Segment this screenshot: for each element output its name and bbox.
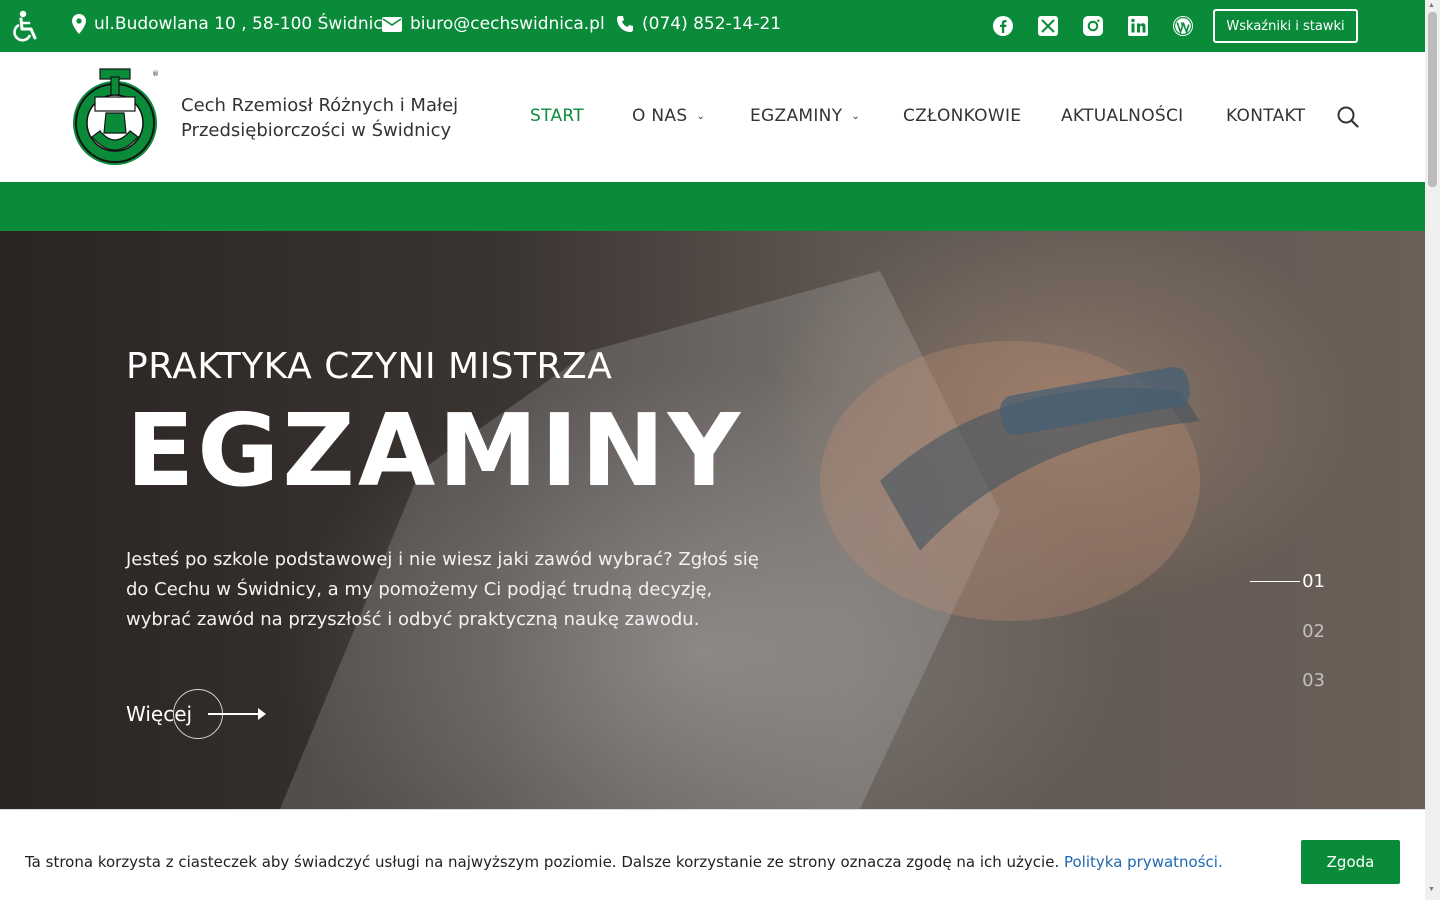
map-pin-icon [72,14,86,34]
scroll-up-arrow-icon[interactable]: ▲ [1428,2,1435,9]
slide-indicator-1[interactable]: 01 [1302,571,1325,592]
wordpress-icon[interactable] [1171,14,1195,38]
guild-logo[interactable]: ® [70,67,160,169]
slide-indicator-2[interactable]: 02 [1302,621,1325,642]
hero-title: EGZAMINY [126,392,744,509]
site-header: ® Cech Rzemiosł Różnych i Małej Przedsię… [0,52,1425,182]
slide-indicator-3[interactable]: 03 [1302,670,1325,691]
phone-item[interactable]: (074) 852-14-21 [616,14,781,34]
nav-members[interactable]: CZŁONKOWIE [903,106,1021,126]
nav-contact[interactable]: KONTAKT [1226,106,1305,126]
nav-label: START [530,106,584,126]
brand-name[interactable]: Cech Rzemiosł Różnych i Małej Przedsiębi… [181,93,458,143]
address-item: ul.Budowlana 10 , 58-100 Świdnica [72,14,393,34]
phone-link[interactable]: (074) 852-14-21 [642,14,781,34]
active-slide-line [1250,581,1300,582]
cookie-banner: Ta strona korzysta z ciasteczek aby świa… [0,809,1425,900]
accept-cookies-button[interactable]: Zgoda [1301,840,1400,884]
hero-subtitle: PRAKTYKA CZYNI MISTRZA [126,346,613,387]
accessibility-icon[interactable] [8,8,44,44]
arrow-right-icon [208,713,264,715]
svg-text:®: ® [152,70,159,78]
brand-line-1: Cech Rzemiosł Różnych i Małej [181,95,459,116]
rates-button[interactable]: Wskaźniki i stawki [1213,9,1358,43]
nav-label: CZŁONKOWIE [903,106,1022,126]
hero-slider: PRAKTYKA CZYNI MISTRZA EGZAMINY Jesteś p… [0,231,1425,809]
email-item[interactable]: biuro@cechswidnica.pl [382,14,605,34]
brand-line-2: Przedsiębiorczości w Świdnicy [181,120,452,141]
more-button[interactable]: Więcej [126,689,276,741]
linkedin-icon[interactable] [1126,14,1150,38]
x-icon[interactable] [1036,14,1060,38]
top-bar: ul.Budowlana 10 , 58-100 Świdnica biuro@… [0,0,1425,52]
facebook-icon[interactable] [991,14,1015,38]
email-link[interactable]: biuro@cechswidnica.pl [410,14,605,34]
phone-icon [617,16,633,32]
nav-label: O NAS [632,106,688,126]
arrowhead-icon [258,708,266,720]
mail-icon [382,16,402,32]
hero-description: Jesteś po szkole podstawowej i nie wiesz… [126,549,759,630]
chevron-down-icon: ⌄ [696,110,706,122]
nav-label: KONTAKT [1226,106,1306,126]
chevron-down-icon: ⌄ [851,110,861,122]
scroll-down-arrow-icon[interactable]: ▼ [1428,886,1435,893]
nav-start[interactable]: START [530,106,584,126]
scrollbar-thumb[interactable] [1428,12,1437,187]
nav-news[interactable]: AKTUALNOŚCI [1061,106,1183,126]
cookie-message: Ta strona korzysta z ciasteczek aby świa… [25,853,1223,871]
green-band [0,182,1425,231]
search-icon[interactable] [1337,106,1359,128]
cookie-text: Ta strona korzysta z ciasteczek aby świa… [25,853,1064,871]
instagram-icon[interactable] [1081,14,1105,38]
nav-about[interactable]: O NAS ⌄ [632,106,705,126]
nav-exams[interactable]: EGZAMINY ⌄ [750,106,860,126]
nav-label: EGZAMINY [750,106,843,126]
nav-label: AKTUALNOŚCI [1061,106,1184,126]
privacy-policy-link[interactable]: Polityka prywatności. [1064,853,1223,871]
address-text: ul.Budowlana 10 , 58-100 Świdnica [94,14,394,34]
